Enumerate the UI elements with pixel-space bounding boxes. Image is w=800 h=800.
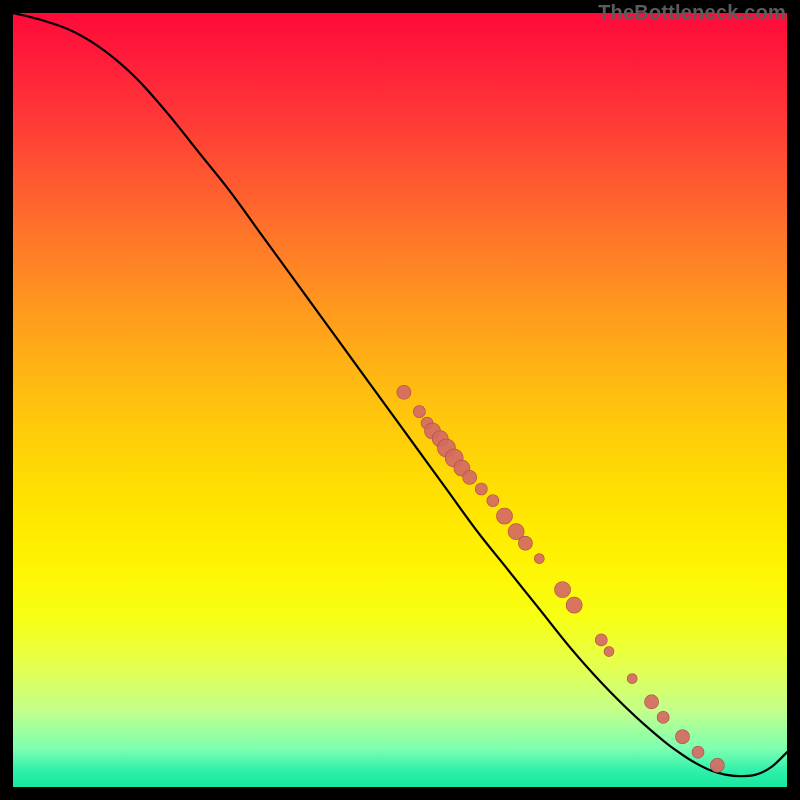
data-point [534,554,544,564]
chart-frame: TheBottleneck.com [0,0,800,800]
data-point [555,582,571,598]
data-point [475,483,487,495]
data-point [676,730,690,744]
data-point [487,495,499,507]
data-point [496,508,512,524]
data-point [692,746,704,758]
data-point [413,406,425,418]
data-point [463,470,477,484]
data-point [604,647,614,657]
data-point [595,634,607,646]
data-points-group [397,385,724,772]
plot-area [13,13,787,787]
chart-svg [13,13,787,787]
data-point [710,758,724,772]
data-point [518,536,532,550]
data-point [397,385,411,399]
data-point [645,695,659,709]
data-point [566,597,582,613]
data-point [627,674,637,684]
watermark-label: TheBottleneck.com [598,2,786,25]
data-point [657,711,669,723]
